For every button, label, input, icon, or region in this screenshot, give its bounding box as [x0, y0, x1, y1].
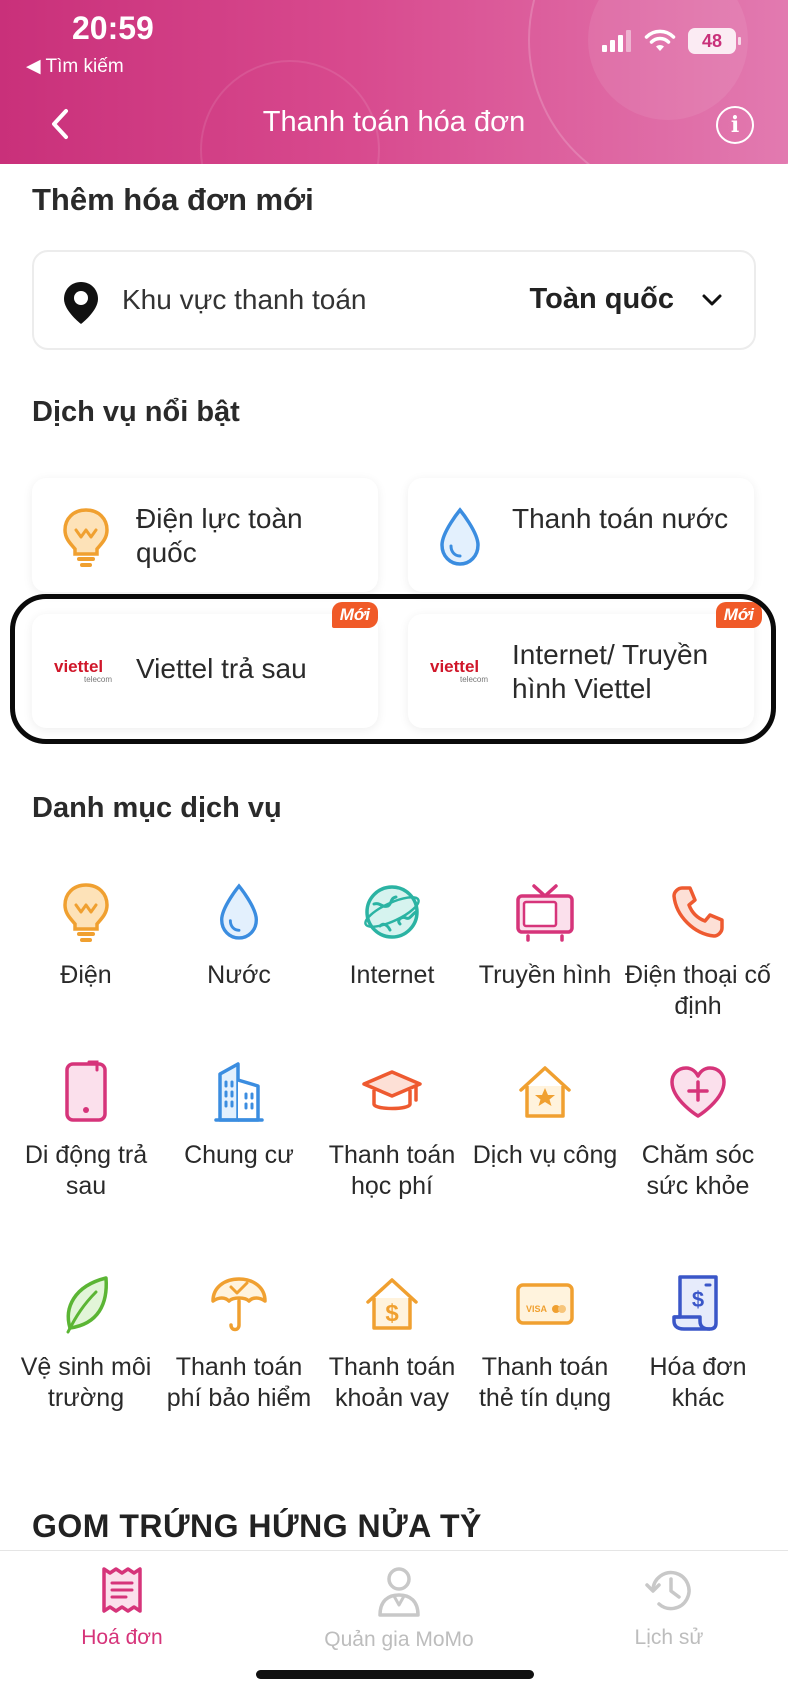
lightbulb-icon — [63, 883, 109, 942]
category-label: Chăm sóc sức khỏe — [641, 1141, 755, 1200]
globe-icon — [364, 885, 420, 939]
signal-icon — [602, 30, 631, 52]
category-landline-phone[interactable]: Điện thoại cố định — [620, 880, 776, 1022]
status-icons: 48 — [602, 28, 741, 54]
leaf-icon — [66, 1276, 108, 1334]
category-label: Dịch vụ công — [472, 1141, 618, 1169]
category-label: Internet — [349, 961, 435, 989]
page-title: Thanh toán hóa đơn — [262, 106, 526, 138]
category-loan[interactable]: $ Thanh toán khoản vay — [314, 1272, 470, 1414]
category-label: Nước — [207, 961, 271, 989]
featured-card-water[interactable]: Thanh toán nước — [408, 478, 754, 592]
mobile-icon — [65, 1060, 107, 1122]
tv-icon — [516, 884, 574, 942]
category-label: Chung cư — [184, 1141, 294, 1169]
category-label: Thanh toán học phí — [328, 1141, 456, 1200]
region-selector[interactable]: Khu vực thanh toán Toàn quốc — [32, 250, 756, 350]
phone-icon — [672, 886, 724, 938]
chevron-down-icon — [702, 294, 722, 306]
tab-history[interactable]: Lịch sử — [569, 1565, 769, 1650]
receipt-icon: $ — [672, 1275, 718, 1331]
butler-icon — [378, 1567, 420, 1617]
category-label: Thanh toán phí bảo hiểm — [166, 1353, 312, 1412]
category-other-bills[interactable]: $ Hóa đơn khác — [620, 1272, 776, 1414]
category-label: Di động trả sau — [24, 1141, 148, 1200]
building-icon — [214, 1062, 264, 1122]
category-apartment[interactable]: Chung cư — [161, 1060, 317, 1171]
region-value: Toàn quốc — [529, 283, 674, 315]
svg-text:$: $ — [692, 1287, 704, 1312]
category-water[interactable]: Nước — [161, 880, 317, 991]
card-brand-text: VISA — [526, 1304, 548, 1314]
featured-card-electricity[interactable]: Điện lực toàn quốc — [32, 478, 378, 592]
highlight-annotation — [10, 594, 776, 744]
category-healthcare[interactable]: Chăm sóc sức khỏe — [620, 1060, 776, 1202]
section-title-categories: Danh mục dịch vụ — [32, 792, 282, 824]
section-title-featured: Dịch vụ nổi bật — [32, 396, 240, 428]
home-indicator[interactable] — [256, 1670, 534, 1679]
info-icon[interactable]: i — [716, 106, 754, 144]
category-postpaid-mobile[interactable]: Di động trả sau — [8, 1060, 164, 1202]
category-tuition[interactable]: Thanh toán học phí — [314, 1060, 470, 1202]
category-tv[interactable]: Truyền hình — [467, 880, 623, 991]
history-icon — [645, 1570, 691, 1611]
featured-card-label: Điện lực toàn quốc — [136, 503, 303, 568]
category-sanitation[interactable]: Vệ sinh môi trường — [8, 1272, 164, 1414]
water-drop-icon — [440, 507, 480, 566]
promo-section-title: GOM TRỨNG HỨNG NỬA TỶ — [32, 1508, 482, 1544]
credit-card-icon: VISA — [516, 1283, 574, 1325]
svg-text:$: $ — [385, 1300, 399, 1327]
category-label: Thanh toán thẻ tín dụng — [478, 1353, 612, 1412]
category-label: Thanh toán khoản vay — [328, 1353, 456, 1412]
category-public-service[interactable]: Dịch vụ công — [467, 1060, 623, 1171]
health-heart-icon — [670, 1066, 726, 1118]
category-electricity[interactable]: Điện — [8, 880, 164, 991]
category-label: Vệ sinh môi trường — [20, 1353, 152, 1412]
category-internet[interactable]: Internet — [314, 880, 470, 991]
tab-bills[interactable]: Hoá đơn — [22, 1565, 222, 1650]
wifi-icon — [644, 29, 676, 51]
loan-house-icon: $ — [366, 1278, 418, 1330]
umbrella-icon — [211, 1277, 267, 1332]
category-label: Điện thoại cố định — [625, 961, 771, 1020]
tab-label: Hoá đơn — [81, 1626, 163, 1649]
featured-card-label: Thanh toán nước — [512, 503, 729, 534]
category-label: Truyền hình — [478, 961, 612, 989]
status-time: 20:59 — [72, 10, 154, 46]
battery-indicator: 48 — [688, 28, 741, 54]
tab-label: Lịch sử — [634, 1626, 704, 1649]
category-credit-card[interactable]: VISA Thanh toán thẻ tín dụng — [467, 1272, 623, 1414]
graduation-cap-icon — [362, 1070, 422, 1111]
location-pin-icon — [64, 282, 98, 324]
lightbulb-icon — [63, 508, 109, 567]
tab-momo-butler[interactable]: Quản gia MoMo — [299, 1565, 499, 1652]
public-service-house-icon — [519, 1066, 571, 1118]
back-to-app-link[interactable]: ◀ Tìm kiếm — [26, 55, 124, 78]
app-header: 20:59 ◀ Tìm kiếm 48 Thanh toán hóa đơn i — [0, 0, 788, 164]
category-label: Hóa đơn khác — [649, 1353, 747, 1412]
category-label: Điện — [60, 961, 112, 989]
water-drop-icon — [220, 883, 258, 940]
category-insurance[interactable]: Thanh toán phí bảo hiểm — [161, 1272, 317, 1414]
tab-label: Quản gia MoMo — [324, 1628, 474, 1651]
section-title-new-bill: Thêm hóa đơn mới — [32, 182, 314, 217]
region-label: Khu vực thanh toán — [122, 284, 367, 315]
bill-icon — [102, 1567, 142, 1613]
